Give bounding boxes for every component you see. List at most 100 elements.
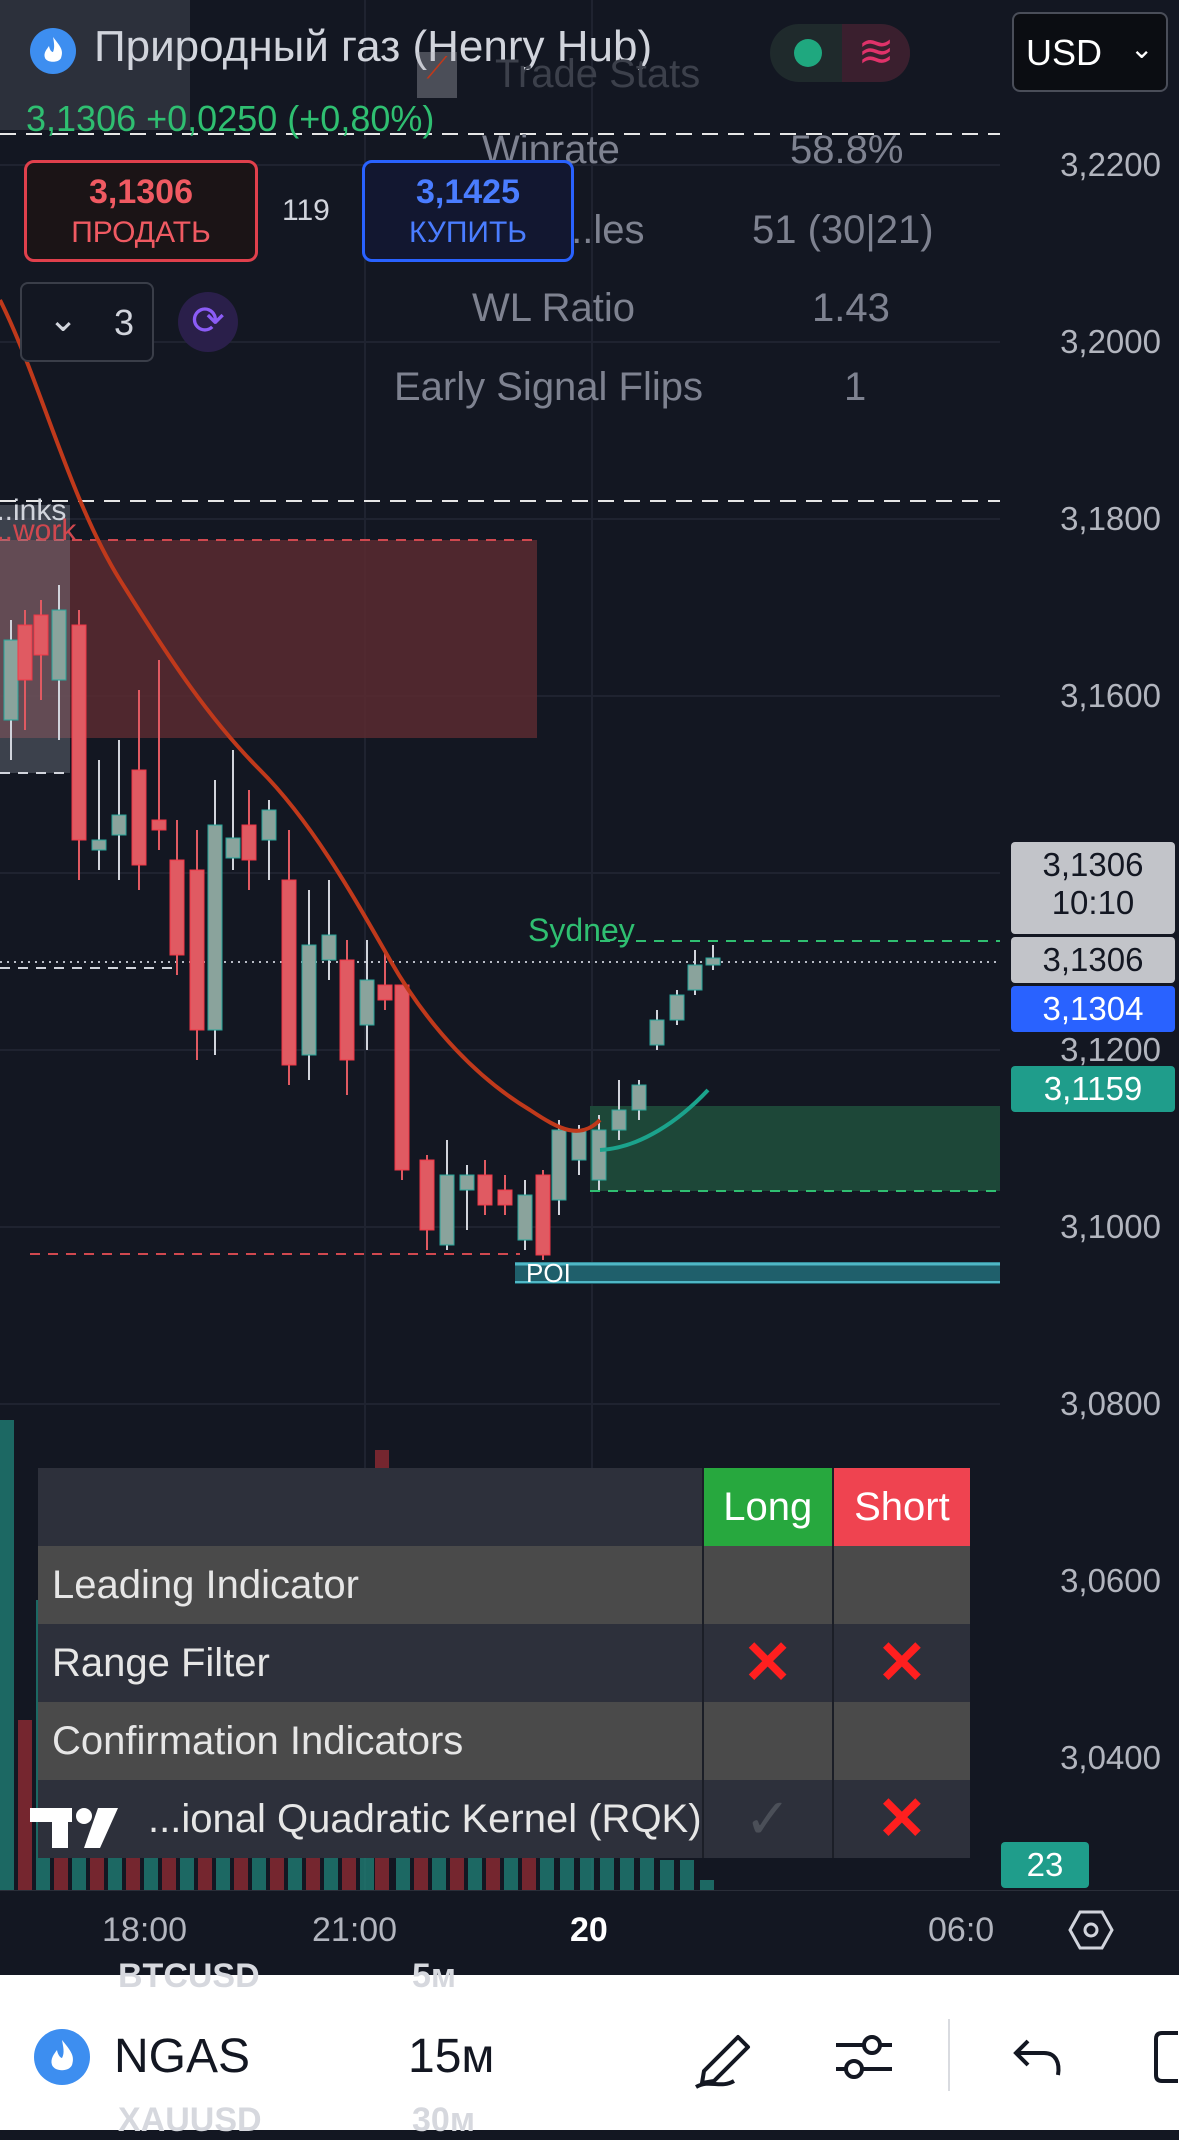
last-price-row: 3,1306 +0,0250 (+0,80%)	[26, 98, 434, 140]
level-price-tag: 3,1159	[1011, 1066, 1175, 1112]
candle-body	[687, 964, 703, 991]
indicators-toggle[interactable]: ⌄ 3	[20, 282, 154, 362]
candle-body	[477, 1174, 493, 1206]
price-axis-label: 3,1200	[1060, 1031, 1161, 1068]
cross-icon: ✕	[831, 1624, 970, 1702]
countdown-time: 10:10	[1051, 884, 1135, 921]
countdown-price: 3,1306	[1042, 846, 1144, 883]
signal-row: ...ional Quadratic Kernel (RQK) ✓ ✕	[38, 1780, 970, 1858]
bid-price-tag: 3,1304	[1011, 986, 1175, 1032]
candle-body	[591, 1129, 607, 1181]
interval-selector[interactable]: 15м	[408, 2029, 494, 2084]
stats-value-trades: 51 (30|21)	[752, 208, 934, 252]
candle-body	[3, 639, 19, 721]
candle-body	[189, 869, 205, 1031]
price-axis-label: 3,1000	[1060, 1208, 1161, 1245]
signal-row: Leading Indicator	[38, 1546, 970, 1624]
candle-body	[705, 957, 721, 966]
signal-row-label: ...ional Quadratic Kernel (RQK)	[148, 1796, 702, 1841]
col-long: Long	[701, 1468, 833, 1546]
candle-body	[571, 1129, 587, 1161]
settings-hexagon-icon[interactable]	[1068, 1907, 1114, 1953]
col-short: Short	[831, 1468, 970, 1546]
divider	[948, 2019, 950, 2091]
candle-body	[339, 959, 355, 1061]
candle-body	[669, 994, 685, 1021]
candle-body	[91, 839, 107, 851]
signal-row-label: Leading Indicator	[52, 1562, 359, 1607]
work-label: ...work	[0, 514, 77, 547]
price-axis-label: 3,0600	[1060, 1562, 1161, 1599]
fullscreen-icon[interactable]	[1148, 2027, 1179, 2087]
signal-row: Range Filter ✕ ✕	[38, 1624, 970, 1702]
flame-icon	[30, 28, 76, 74]
volume-bar	[700, 1880, 714, 1890]
time-axis-label: 18:00	[102, 1911, 188, 1949]
candle-body	[419, 1159, 435, 1231]
price-axis-label: 3,0400	[1060, 1739, 1161, 1776]
candle-body	[169, 859, 185, 956]
candle-body	[497, 1189, 513, 1206]
volume-bar	[0, 1420, 14, 1890]
candle-body	[611, 1109, 627, 1131]
price-axis-label: 3,2200	[1060, 146, 1161, 183]
signal-table-header: Long Short	[38, 1468, 970, 1546]
ghost-symbol-bottom: XAUUSD	[118, 2101, 262, 2139]
price-axis-label: 3,2000	[1060, 323, 1161, 360]
candle-body	[131, 769, 147, 866]
time-axis-label: 20	[570, 1911, 608, 1949]
symbol-selector[interactable]: NGAS	[114, 2029, 250, 2084]
candle-body	[631, 1084, 647, 1111]
flame-icon	[34, 2029, 90, 2085]
candle-body	[377, 984, 393, 1001]
candle-body	[551, 1129, 567, 1201]
signal-row: Confirmation Indicators	[38, 1702, 970, 1780]
volume-bar	[660, 1860, 674, 1890]
candle-body	[111, 814, 127, 836]
last-price: 3,1306	[26, 98, 137, 139]
tradingview-logo-icon[interactable]	[30, 1802, 134, 1852]
stats-label-wl: WL Ratio	[472, 286, 636, 330]
cross-icon: ✕	[701, 1624, 833, 1702]
price-scale[interactable]: 3,2200 3,2000 3,1800 3,1600 3,1200 3,100…	[1000, 0, 1179, 1890]
candle-body	[151, 819, 167, 831]
stats-value-wl: 1.43	[812, 286, 890, 330]
candle-body	[321, 934, 337, 961]
indicators-count: 3	[114, 302, 135, 343]
undo-icon[interactable]	[1008, 2027, 1068, 2087]
bottom-toolbar: BTCUSD 5м XAUUSD 30м NGAS 15м	[0, 1957, 1179, 2139]
poi-label: POI	[526, 1258, 571, 1288]
candle-body	[261, 809, 277, 841]
demand-zone	[590, 1106, 1000, 1191]
buy-button[interactable]: 3,1425 КУПИТЬ	[362, 160, 574, 262]
price-axis-label: 3,0800	[1060, 1385, 1161, 1422]
candle-body	[517, 1194, 533, 1241]
price-axis-label: 3,1800	[1060, 500, 1161, 537]
check-icon: ✓	[701, 1780, 833, 1858]
buy-label: КУПИТЬ	[408, 216, 527, 249]
time-axis-label: 06:0	[928, 1911, 995, 1949]
countdown-tag: 3,1306 10:10	[1011, 842, 1175, 934]
candle-body	[359, 979, 375, 1026]
candle-body	[51, 609, 67, 681]
volume-tag: 23	[1001, 1842, 1089, 1888]
stats-value-winrate: 58.8%	[790, 128, 904, 172]
signal-row-label: Confirmation Indicators	[52, 1718, 464, 1763]
change-abs: +0,0250	[146, 98, 278, 139]
candle-body	[241, 824, 257, 861]
signal-table: Long Short Leading Indicator Range Filte…	[38, 1468, 970, 1858]
trade-stats-icon: ⟋	[417, 52, 457, 98]
trade-stats-title: Trade Stats	[495, 52, 701, 96]
sell-button[interactable]: 3,1306 ПРОДАТЬ	[24, 160, 258, 262]
candle-body	[394, 984, 410, 1171]
pencil-icon[interactable]	[690, 2019, 762, 2091]
price-axis-label: 3,1600	[1060, 677, 1161, 714]
ghost-interval-bottom: 30м	[412, 2101, 475, 2139]
chevron-down-icon: ⌄	[48, 298, 79, 339]
candle-body	[535, 1174, 551, 1256]
candle-body	[33, 614, 49, 656]
sync-icon[interactable]: ⟳	[178, 292, 238, 352]
candle-body	[281, 879, 297, 1066]
volume-bar	[680, 1860, 694, 1890]
sliders-icon[interactable]	[832, 2025, 896, 2089]
